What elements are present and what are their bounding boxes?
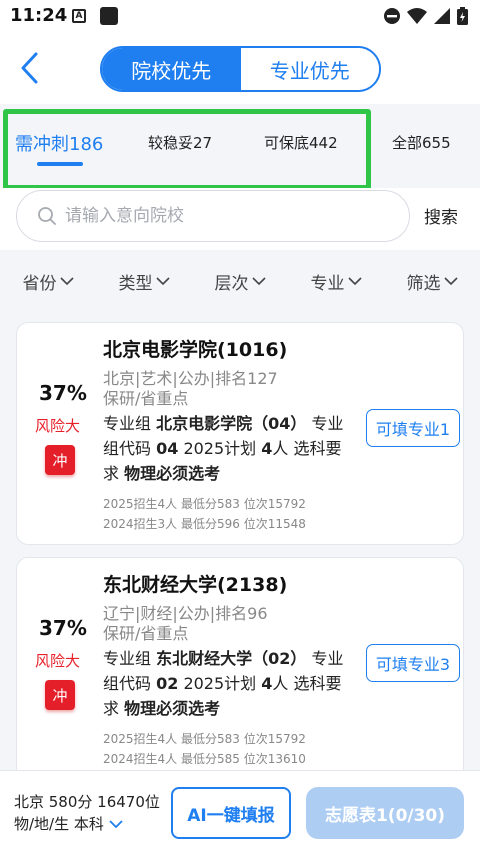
filter-more[interactable]: 筛选 [384, 250, 480, 312]
status-icons [383, 7, 468, 25]
priority-toggle: 院校优先 专业优先 [100, 46, 381, 92]
reach-badge: 冲 [45, 680, 75, 710]
chevron-down-icon [443, 277, 458, 286]
school-card[interactable]: 37% 风险大 冲 北京电影学院(1016) 北京|艺术|公办|排名127 保研… [16, 322, 464, 545]
history-stats: 2025招生4人 最低分583 位次15792 2024招生3人 最低分596 … [103, 494, 306, 534]
app-notification-icon: A [72, 9, 86, 23]
status-time: 11:24 [10, 5, 68, 26]
stat-2025: 2025招生4人 最低分583 位次15792 [103, 497, 306, 511]
active-tab-indicator [37, 162, 83, 166]
probability-value: 37% [39, 616, 87, 640]
search-input[interactable] [65, 206, 365, 226]
school-tags: 辽宁|财经|公办|排名96 [103, 604, 268, 623]
reach-badge: 冲 [45, 445, 75, 475]
header: 院校优先 专业优先 [0, 32, 480, 104]
school-level: 保研/省重点 [103, 389, 189, 408]
battery-icon [457, 7, 468, 25]
chevron-down-icon [251, 277, 266, 286]
school-meta: 北京|艺术|公办|排名127 保研/省重点 [103, 369, 303, 409]
back-arrow-icon [21, 52, 38, 84]
filter-label: 类型 [118, 273, 153, 294]
search-box [16, 190, 410, 242]
plan-label: 2025计划 [178, 674, 262, 693]
signal-icon [434, 8, 450, 24]
chevron-down-icon [109, 820, 123, 829]
wifi-icon [407, 8, 427, 24]
subject-requirement: 物理必须选考 [124, 699, 221, 718]
filter-level[interactable]: 层次 [192, 250, 288, 312]
tab-major-priority[interactable]: 专业优先 [240, 48, 379, 90]
category-tabs: 需冲刺186 较稳妥27 可保底442 全部655 [0, 104, 480, 190]
subject-requirement: 物理必须选考 [124, 464, 221, 483]
school-level: 保研/省重点 [103, 624, 189, 643]
probability-value: 37% [39, 381, 87, 405]
bottom-bar: 北京 580分 16470位 物/地/生 本科 AI一键填报 志愿表1(0/30… [0, 770, 480, 852]
group-name: 东北财经大学（02） [156, 649, 307, 668]
dnd-icon [384, 8, 400, 24]
group-info: 专业组 东北财经大学（02） 专业组代码 02 2025计划 4人 选科要求 物… [103, 646, 355, 721]
subjects-line: 物/地/生 本科 [14, 813, 160, 835]
filter-label: 专业 [310, 273, 345, 294]
chevron-down-icon [59, 277, 74, 286]
wish-list-button[interactable]: 志愿表1(0/30) [306, 787, 464, 839]
back-button[interactable] [14, 50, 46, 86]
filter-label: 层次 [214, 273, 249, 294]
tab-safe[interactable]: 可保底442 [264, 132, 338, 153]
chevron-down-icon [155, 277, 170, 286]
fillable-majors-button[interactable]: 可填专业1 [366, 409, 460, 447]
history-stats: 2025招生4人 最低分583 位次15792 2024招生4人 最低分585 … [103, 729, 306, 769]
filter-row: 省份 类型 层次 专业 筛选 [0, 250, 480, 312]
group-info: 专业组 北京电影学院（04） 专业组代码 04 2025计划 4人 选科要求 物… [103, 411, 355, 486]
app-square-icon [100, 7, 118, 25]
ai-auto-fill-button[interactable]: AI一键填报 [171, 787, 291, 839]
filter-type[interactable]: 类型 [96, 250, 192, 312]
school-meta: 辽宁|财经|公办|排名96 保研/省重点 [103, 604, 303, 644]
search-row: 搜索 [0, 188, 480, 250]
plan-count: 4 [261, 674, 273, 693]
status-bar: 11:24 A [0, 0, 480, 32]
tab-reach[interactable]: 需冲刺186 [15, 130, 103, 156]
group-label: 专业组 [103, 414, 157, 433]
tab-school-priority[interactable]: 院校优先 [102, 48, 241, 90]
tab-stable[interactable]: 较稳妥27 [148, 132, 212, 153]
school-name: 东北财经大学(2138) [103, 574, 288, 596]
score-rank: 北京 580分 16470位 [14, 793, 160, 811]
tab-all[interactable]: 全部655 [392, 132, 451, 153]
candidate-info[interactable]: 北京 580分 16470位 物/地/生 本科 [14, 791, 160, 835]
risk-label: 风险大 [35, 652, 81, 670]
group-name: 北京电影学院（04） [156, 414, 307, 433]
filter-label: 筛选 [406, 273, 441, 294]
stat-2024: 2024招生3人 最低分596 位次11548 [103, 517, 306, 531]
risk-label: 风险大 [35, 417, 81, 435]
filter-label: 省份 [22, 273, 57, 294]
search-button[interactable]: 搜索 [424, 203, 458, 228]
plan-count: 4 [261, 439, 273, 458]
filter-major[interactable]: 专业 [288, 250, 384, 312]
group-code: 02 [156, 674, 179, 693]
filter-province[interactable]: 省份 [0, 250, 96, 312]
stat-2025: 2025招生4人 最低分583 位次15792 [103, 732, 306, 746]
school-tags: 北京|艺术|公办|排名127 [103, 369, 278, 388]
stat-2024: 2024招生4人 最低分585 位次13610 [103, 752, 306, 766]
school-name: 北京电影学院(1016) [103, 339, 288, 361]
subjects-level: 物/地/生 本科 [14, 815, 104, 833]
school-card[interactable]: 37% 风险大 冲 东北财经大学(2138) 辽宁|财经|公办|排名96 保研/… [16, 557, 464, 787]
group-label: 专业组 [103, 649, 157, 668]
plan-label: 2025计划 [178, 439, 262, 458]
fillable-majors-button[interactable]: 可填专业3 [366, 644, 460, 682]
group-code: 04 [156, 439, 179, 458]
chevron-down-icon [347, 277, 362, 286]
search-icon [38, 207, 56, 225]
